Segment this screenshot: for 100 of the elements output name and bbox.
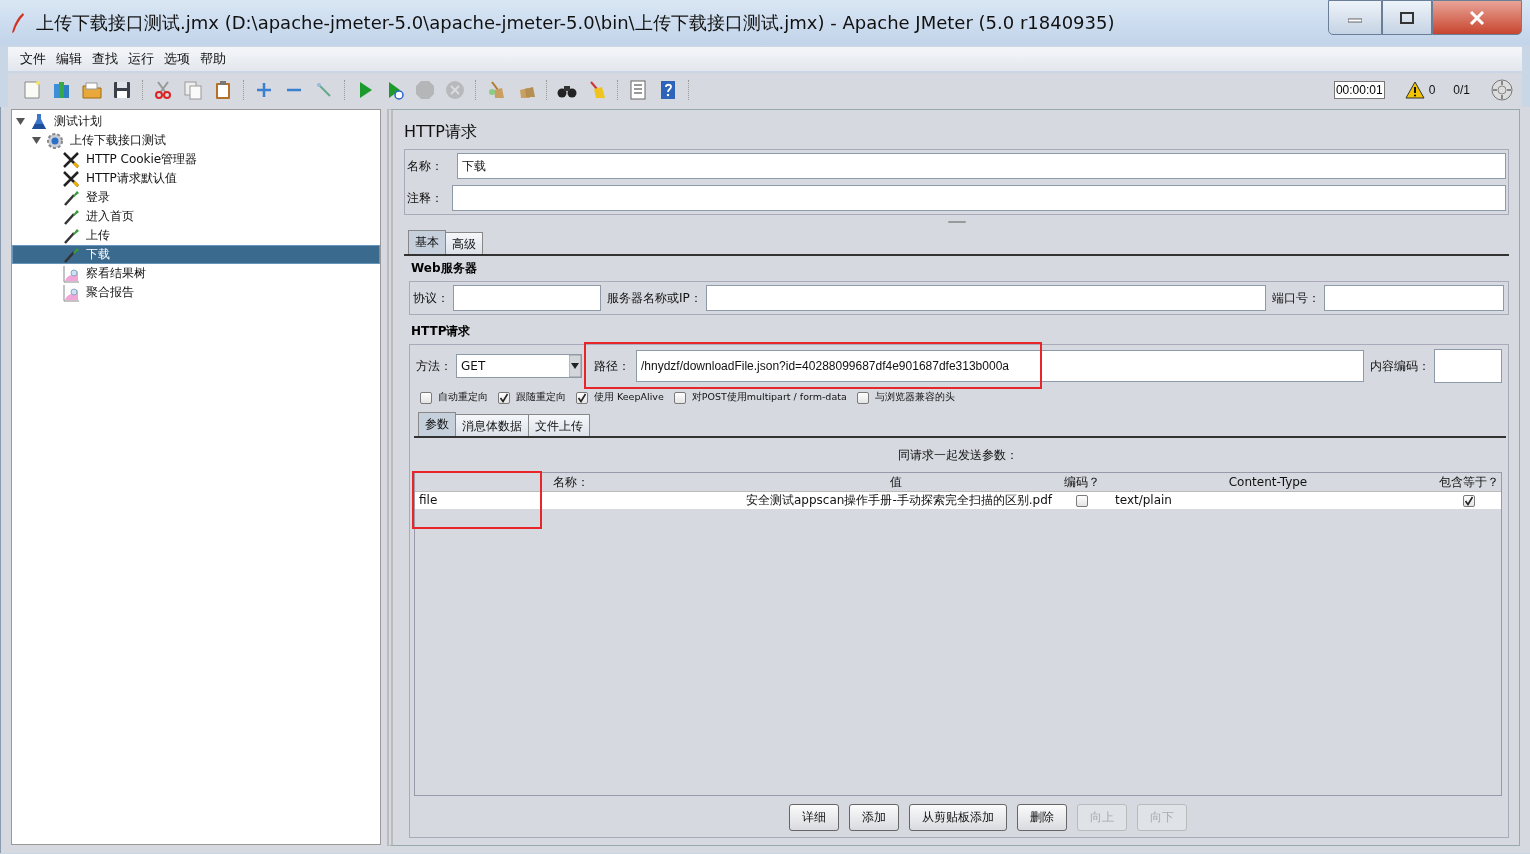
pipette-icon bbox=[62, 207, 80, 226]
panel-title: HTTP请求 bbox=[404, 122, 478, 143]
server-field[interactable] bbox=[705, 285, 1266, 311]
column-header[interactable]: 包含等于？ bbox=[1436, 473, 1501, 491]
tree-item[interactable]: HTTP请求默认值 bbox=[12, 169, 380, 188]
port-field[interactable] bbox=[1324, 285, 1504, 311]
option-label: 与浏览器兼容的头 bbox=[874, 391, 955, 404]
action-button[interactable]: 详细 bbox=[789, 804, 839, 831]
option-label: 对POST使用multipart / form-data bbox=[691, 391, 847, 404]
window-title: 上传下载接口测试.jmx (D:\apache-jmeter-5.0\apache-jmeter-5.0\bin\上传下载接口测试.jmx) - Apache JMeter (5.0 r1840935) bbox=[36, 11, 1115, 35]
option-label: 跟随重定向 bbox=[516, 391, 566, 404]
tree-item[interactable]: 测试计划 bbox=[12, 112, 380, 131]
tree-item[interactable]: HTTP Cookie管理器 bbox=[12, 150, 380, 169]
checkbox[interactable] bbox=[1076, 494, 1088, 507]
wrench-icon bbox=[62, 169, 80, 188]
expanded-arrow-icon[interactable] bbox=[32, 136, 41, 145]
path-field[interactable]: /hnydzf/downloadFile.json?id=40288099687df4e901687dfe313b000a bbox=[636, 350, 1364, 382]
encoding-field[interactable] bbox=[1434, 349, 1502, 383]
check-icon bbox=[1463, 495, 1474, 506]
chart-icon bbox=[62, 283, 80, 302]
plus-icon[interactable] bbox=[254, 80, 274, 100]
tree-item[interactable]: 下载 bbox=[12, 245, 380, 264]
tree-item[interactable]: 上传下载接口测试 bbox=[12, 131, 380, 150]
tab[interactable]: 参数 bbox=[418, 412, 456, 436]
field-label: 服务器名称或IP： bbox=[607, 289, 702, 307]
protocol-field[interactable] bbox=[453, 285, 601, 311]
menu-item[interactable]: 运行 bbox=[124, 50, 158, 68]
tree-item[interactable]: 察看结果树 bbox=[12, 264, 380, 283]
menu-item[interactable]: 选项 bbox=[160, 50, 194, 68]
folder-icon[interactable] bbox=[82, 80, 102, 100]
gear-icon bbox=[46, 131, 64, 150]
feather-icon bbox=[10, 12, 26, 34]
tree-item[interactable]: 聚合报告 bbox=[12, 283, 380, 302]
table-cell: text/plain bbox=[1100, 492, 1436, 509]
expanded-arrow-icon[interactable] bbox=[16, 117, 25, 126]
error-count: 0 bbox=[1428, 83, 1436, 97]
menu-item[interactable]: 查找 bbox=[88, 50, 122, 68]
table-cell: file bbox=[415, 492, 727, 509]
name-field[interactable]: 下载 bbox=[457, 153, 1506, 179]
copy-icon[interactable] bbox=[183, 80, 203, 100]
maximize-button[interactable] bbox=[1382, 0, 1432, 35]
field-label: 路径： bbox=[594, 357, 630, 375]
pipette-icon bbox=[62, 226, 80, 245]
column-header[interactable]: Content-Type bbox=[1100, 473, 1436, 491]
comment-field[interactable] bbox=[452, 185, 1506, 211]
wrench-icon bbox=[62, 150, 80, 169]
dropdown-arrow-icon bbox=[569, 355, 581, 377]
option-label: 自动重定向 bbox=[438, 391, 488, 404]
check-icon bbox=[577, 392, 587, 403]
column-header[interactable]: 编码？ bbox=[1064, 473, 1100, 491]
checkbox[interactable] bbox=[576, 391, 588, 404]
section-heading: Web服务器 bbox=[411, 260, 478, 277]
action-button[interactable]: 删除 bbox=[1017, 804, 1067, 831]
status-icon bbox=[1490, 78, 1514, 102]
maximize-icon bbox=[1400, 11, 1414, 24]
field-label: 端口号： bbox=[1272, 289, 1320, 307]
menu-item[interactable]: 编辑 bbox=[52, 50, 86, 68]
clipboard-icon[interactable] bbox=[213, 80, 233, 100]
close-icon bbox=[1469, 10, 1485, 25]
menu-item[interactable]: 文件 bbox=[16, 50, 50, 68]
document-icon[interactable] bbox=[22, 80, 42, 100]
minimize-button[interactable] bbox=[1328, 0, 1382, 35]
checkbox[interactable] bbox=[1462, 494, 1475, 507]
help-icon[interactable] bbox=[658, 80, 678, 100]
field-label: 注释： bbox=[407, 189, 443, 207]
tree-item[interactable]: 上传 bbox=[12, 226, 380, 245]
method-dropdown[interactable]: GET bbox=[456, 354, 582, 378]
column-header[interactable]: 值 bbox=[727, 473, 1064, 491]
pipette-icon bbox=[62, 245, 80, 264]
field-label: 方法： bbox=[416, 357, 452, 375]
tab[interactable]: 高级 bbox=[445, 232, 483, 254]
column-header[interactable]: 名称： bbox=[415, 473, 727, 491]
tab[interactable]: 文件上传 bbox=[528, 414, 590, 436]
option-label: 使用 KeepAlive bbox=[594, 391, 664, 404]
table-cell: 安全测试appscan操作手册-手动探索完全扫描的区别.pdf bbox=[727, 492, 1064, 509]
field-label: 名称： bbox=[407, 157, 443, 175]
close-button[interactable] bbox=[1432, 0, 1522, 35]
list-icon[interactable] bbox=[628, 80, 648, 100]
action-button[interactable]: 添加 bbox=[849, 804, 899, 831]
checkbox[interactable] bbox=[498, 391, 510, 404]
chart-icon bbox=[62, 264, 80, 283]
books-icon[interactable] bbox=[52, 80, 72, 100]
tree-item[interactable]: 进入首页 bbox=[12, 207, 380, 226]
elapsed-time: 00:00:01 bbox=[1333, 81, 1385, 99]
tab[interactable]: 消息体数据 bbox=[455, 414, 529, 436]
action-button[interactable]: 从剪贴板添加 bbox=[909, 804, 1007, 831]
field-label: 协议： bbox=[413, 289, 449, 307]
section-heading: HTTP请求 bbox=[411, 323, 472, 340]
tab[interactable]: 基本 bbox=[408, 230, 446, 254]
menu-item[interactable]: 帮助 bbox=[196, 50, 230, 68]
flask-icon bbox=[30, 112, 48, 131]
warning-icon[interactable] bbox=[1404, 81, 1425, 99]
checkbox[interactable] bbox=[420, 391, 432, 404]
field-label: 内容编码： bbox=[1370, 357, 1430, 375]
thread-count: 0/1 bbox=[1453, 83, 1470, 97]
checkbox[interactable] bbox=[673, 391, 686, 404]
tree-item[interactable]: 登录 bbox=[12, 188, 380, 207]
table-caption: 同请求一起发送参数： bbox=[897, 447, 1019, 464]
scissors-icon[interactable] bbox=[153, 80, 173, 100]
checkbox[interactable] bbox=[856, 391, 869, 404]
